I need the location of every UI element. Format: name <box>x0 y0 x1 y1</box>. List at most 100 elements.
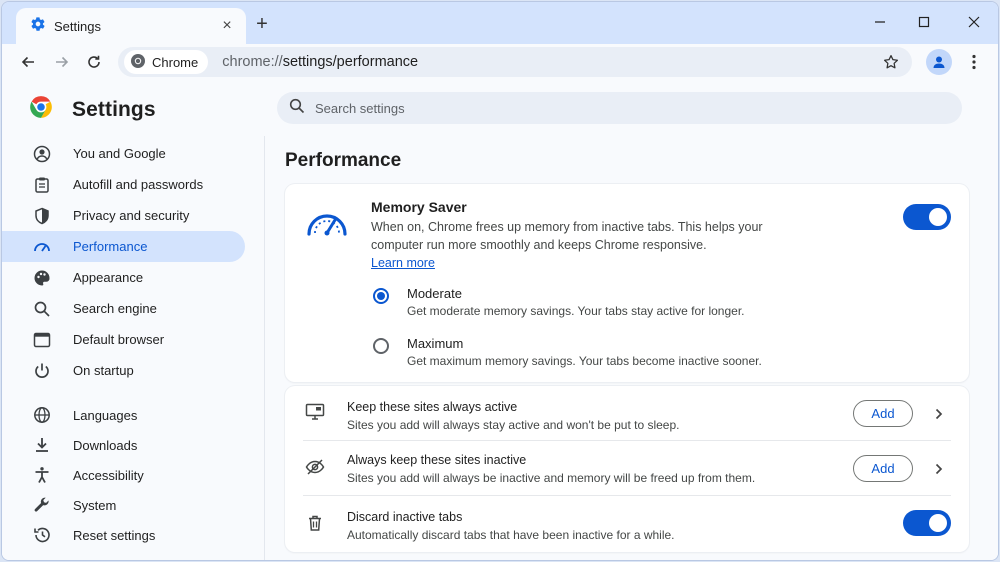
sidebar-item-performance[interactable]: Performance <box>2 231 245 262</box>
radio-option-description: Get moderate memory savings. Your tabs s… <box>407 304 745 318</box>
accessibility-icon <box>33 466 51 484</box>
row-description: Automatically discard tabs that have bee… <box>347 528 675 542</box>
sidebar-divider <box>2 386 264 400</box>
browser-window: Settings × + Chrome chrome://settings/pe… <box>1 1 999 561</box>
sidebar-item-label: Appearance <box>73 270 144 285</box>
back-button[interactable] <box>16 50 40 74</box>
sidebar-item-label: Reset settings <box>73 527 156 543</box>
sidebar-item-label: Default browser <box>73 332 165 347</box>
close-window-button[interactable] <box>954 10 994 34</box>
sidebar-item-system[interactable]: System <box>2 490 245 520</box>
more-menu-icon[interactable] <box>962 50 986 74</box>
sites-card: Keep these sites always active Sites you… <box>285 386 969 552</box>
tab-settings[interactable]: Settings × <box>16 8 246 44</box>
sidebar-item-label: Accessibility <box>73 467 144 483</box>
memory-saver-title: Memory Saver <box>371 199 467 215</box>
toolbar: Chrome chrome://settings/performance <box>2 44 998 80</box>
sidebar-item-label: Languages <box>73 407 138 423</box>
download-icon <box>33 436 51 454</box>
reload-icon <box>88 55 100 68</box>
close-icon[interactable]: × <box>218 17 236 35</box>
chrome-logo-icon <box>130 53 146 72</box>
memory-saver-card: Memory Saver When on, Chrome frees up me… <box>285 184 969 382</box>
row-description: Sites you add will always stay active an… <box>347 418 680 432</box>
sidebar-item-downloads[interactable]: Downloads <box>2 430 245 460</box>
bookmark-star-icon[interactable] <box>876 53 906 71</box>
minimize-button[interactable] <box>860 10 900 34</box>
arrow-left-icon <box>21 56 34 68</box>
sidebar-divider-line <box>264 136 265 560</box>
trash-icon <box>304 512 326 534</box>
globe-icon <box>33 406 51 424</box>
wrench-icon <box>33 496 51 514</box>
discard-tabs-row[interactable]: Discard inactive tabs Automatically disc… <box>285 496 969 550</box>
discard-tabs-toggle[interactable] <box>903 510 951 536</box>
forward-button[interactable] <box>50 50 74 74</box>
radio-option-description: Get maximum memory savings. Your tabs be… <box>407 354 762 368</box>
radio-option-label: Moderate <box>407 286 462 301</box>
sidebar-item-label: Privacy and security <box>73 208 190 223</box>
sidebar-item-accessibility[interactable]: Accessibility <box>2 460 245 490</box>
sidebar-item-search-engine[interactable]: Search engine <box>2 293 245 324</box>
account-circle-icon <box>33 145 51 163</box>
sidebar-item-appearance[interactable]: Appearance <box>2 262 245 293</box>
row-title: Always keep these sites inactive <box>347 453 527 467</box>
history-icon <box>33 526 51 544</box>
chevron-right-icon[interactable] <box>931 406 947 422</box>
row-title: Discard inactive tabs <box>347 510 463 524</box>
chevron-right-icon[interactable] <box>931 461 947 477</box>
sidebar-item-label: On startup <box>73 363 134 378</box>
site-chip[interactable]: Chrome <box>124 50 209 74</box>
memory-saver-description: When on, Chrome frees up memory from ina… <box>371 220 763 252</box>
tab-strip: Settings × + <box>2 2 998 44</box>
search-icon <box>289 98 305 119</box>
memory-saver-toggle[interactable] <box>903 204 951 230</box>
keep-active-row[interactable]: Keep these sites always active Sites you… <box>285 386 969 440</box>
keep-inactive-row[interactable]: Always keep these sites inactive Sites y… <box>285 441 969 495</box>
speedometer-icon <box>305 202 349 243</box>
sidebar-item-reset[interactable]: Reset settings <box>2 520 245 550</box>
settings-page: Settings You and Google Autofill and pas… <box>2 80 998 560</box>
sidebar-item-on-startup[interactable]: On startup <box>2 355 245 386</box>
sidebar-item-label: System <box>73 497 117 513</box>
browser-window-icon <box>33 331 51 349</box>
sidebar-item-autofill[interactable]: Autofill and passwords <box>2 169 245 200</box>
add-active-site-button[interactable]: Add <box>853 400 913 427</box>
palette-icon <box>33 269 51 287</box>
radio-option-label: Maximum <box>407 336 464 351</box>
sidebar-item-label: Performance <box>73 239 148 254</box>
sidebar-item-label: Search engine <box>73 301 157 316</box>
speedometer-icon <box>33 238 51 256</box>
search-box[interactable] <box>277 92 962 124</box>
monitor-icon <box>304 401 326 423</box>
clipboard-icon <box>33 176 51 194</box>
search-icon <box>33 300 51 318</box>
page-header-title: Settings <box>72 97 156 121</box>
chrome-logo-icon <box>28 94 54 125</box>
page-title: Performance <box>285 150 402 171</box>
url-text: chrome://settings/performance <box>222 54 876 70</box>
sidebar-item-label: Downloads <box>73 437 138 453</box>
new-tab-button[interactable]: + <box>252 14 272 34</box>
reload-button[interactable] <box>82 50 106 74</box>
sidebar-item-default-browser[interactable]: Default browser <box>2 324 245 355</box>
maximize-button[interactable] <box>904 10 944 34</box>
sidebar-item-label: You and Google <box>73 146 166 161</box>
url-scheme: chrome:// <box>222 54 283 70</box>
shield-icon <box>33 207 51 225</box>
search-input[interactable] <box>315 100 915 116</box>
learn-more-link[interactable]: Learn more <box>371 256 435 270</box>
radio-button[interactable] <box>373 338 389 354</box>
sidebar-item-privacy[interactable]: Privacy and security <box>2 200 245 231</box>
add-inactive-site-button[interactable]: Add <box>853 455 913 482</box>
sidebar: You and Google Autofill and passwords Pr… <box>2 138 264 550</box>
row-description: Sites you add will always be inactive an… <box>347 471 756 485</box>
radio-button-selected[interactable] <box>373 288 389 304</box>
address-bar[interactable]: Chrome chrome://settings/performance <box>118 47 912 77</box>
eye-off-icon <box>304 456 326 478</box>
sidebar-item-languages[interactable]: Languages <box>2 400 245 430</box>
url-path: settings/performance <box>282 54 419 70</box>
profile-avatar-icon[interactable] <box>926 49 952 75</box>
sidebar-item-label: Autofill and passwords <box>73 177 204 192</box>
sidebar-item-you-and-google[interactable]: You and Google <box>2 138 245 169</box>
